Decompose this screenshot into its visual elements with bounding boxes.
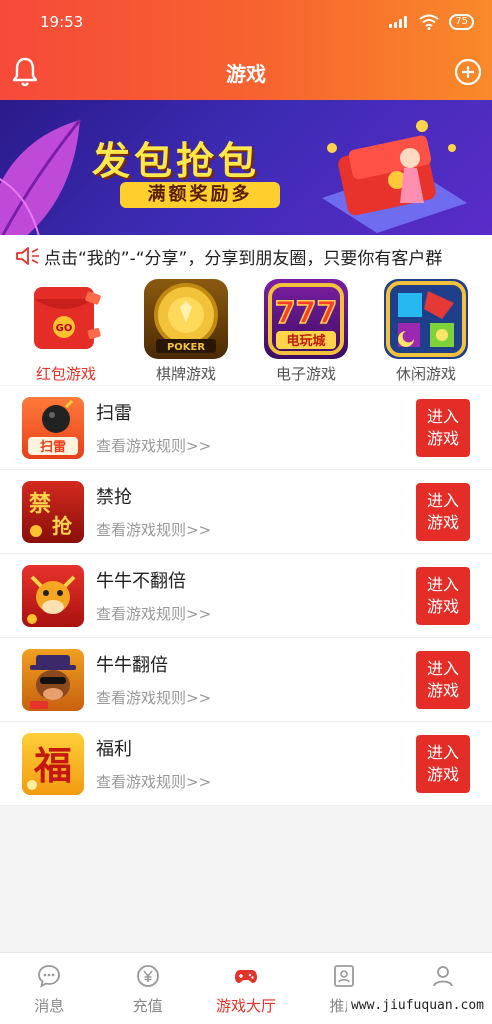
top-bar: 19:53 75 游戏: [0, 0, 492, 100]
poker-chip-icon: POKER: [144, 279, 228, 359]
tab-label: 充值: [132, 997, 163, 1015]
promo-banner[interactable]: 发包抢包 满额奖励多: [0, 100, 492, 235]
svg-text:POKER: POKER: [167, 342, 205, 353]
slot-777-icon: 777 电玩城: [264, 279, 348, 359]
category-label: 休闲游戏: [395, 365, 456, 383]
id-card-icon: [334, 965, 355, 987]
minesweeper-icon: 扫雷: [22, 396, 84, 459]
tab-recharge[interactable]: 充值: [98, 953, 196, 1024]
page-title: 游戏: [226, 61, 266, 86]
enter-game-button[interactable]: 进入游戏: [416, 734, 470, 793]
enter-game-button[interactable]: 进入游戏: [416, 398, 470, 457]
chat-bubble-icon: [38, 965, 61, 988]
game-rules-link[interactable]: 查看游戏规则>>: [96, 519, 416, 540]
yuan-coin-icon: [136, 965, 159, 987]
enter-game-button[interactable]: 进入游戏: [416, 566, 470, 625]
wifi-icon: [419, 14, 439, 30]
list-item[interactable]: 扫雷 扫雷 查看游戏规则>> 进入游戏: [0, 386, 492, 470]
red-envelope-icon: GO: [24, 279, 108, 359]
tab-game-hall[interactable]: 游戏大厅: [197, 953, 295, 1024]
enter-game-button[interactable]: 进入游戏: [416, 482, 470, 541]
category-label: 红包游戏: [35, 365, 96, 383]
notice-text: 点击“我的”-“分享”，分享到朋友圈，只要你有客户群: [44, 248, 443, 269]
signal-icon: [389, 16, 409, 28]
tab-messages[interactable]: 消息: [0, 953, 98, 1024]
category-red-envelope[interactable]: GO 红包游戏: [11, 277, 121, 385]
svg-text:福: 福: [33, 744, 72, 788]
list-item[interactable]: 福 福利 查看游戏规则>> 进入游戏: [0, 722, 492, 806]
svg-text:GO: GO: [56, 323, 73, 334]
game-title: 扫雷: [96, 403, 132, 424]
list-item[interactable]: 禁 抢 禁抢 查看游戏规则>> 进入游戏: [0, 470, 492, 554]
game-title: 禁抢: [96, 487, 132, 508]
speaker-icon: [16, 247, 39, 265]
no-grab-icon: 禁 抢: [22, 480, 84, 543]
category-label: 电子游戏: [275, 365, 336, 383]
game-title: 福利: [96, 739, 132, 760]
banner-subtitle: 满额奖励多: [120, 182, 280, 208]
enter-game-button[interactable]: 进入游戏: [416, 650, 470, 709]
list-item[interactable]: 牛牛翻倍 查看游戏规则>> 进入游戏: [0, 638, 492, 722]
category-casual[interactable]: 休闲游戏: [371, 277, 481, 385]
bull-icon: [22, 564, 84, 627]
bull-cowboy-icon: [22, 648, 84, 711]
gem-puzzle-icon: [384, 279, 468, 359]
user-icon: [432, 966, 453, 987]
fortune-icon: 福: [22, 732, 84, 795]
game-rules-link[interactable]: 查看游戏规则>>: [96, 687, 416, 708]
game-title: 牛牛不翻倍: [96, 571, 186, 592]
game-rules-link[interactable]: 查看游戏规则>>: [96, 771, 416, 792]
svg-text:扫雷: 扫雷: [40, 439, 66, 455]
svg-text:禁: 禁: [29, 491, 51, 517]
watermark-text: www.jiufuquan.com: [346, 996, 488, 1015]
game-rules-link[interactable]: 查看游戏规则>>: [96, 603, 416, 624]
game-title: 牛牛翻倍: [96, 655, 168, 676]
svg-text:电玩城: 电玩城: [286, 333, 325, 349]
tab-label: 消息: [34, 997, 65, 1015]
svg-text:抢: 抢: [52, 514, 73, 538]
notice-bar[interactable]: 点击“我的”-“分享”，分享到朋友圈，只要你有客户群: [0, 235, 492, 277]
list-item[interactable]: 牛牛不翻倍 查看游戏规则>> 进入游戏: [0, 554, 492, 638]
nav-bar: 游戏: [0, 52, 492, 92]
banner-title: 发包抢包: [92, 139, 261, 183]
category-chess-cards[interactable]: POKER 棋牌游戏: [131, 277, 241, 385]
svg-text:777: 777: [275, 296, 338, 331]
status-time: 19:53: [40, 13, 84, 31]
gamepad-icon: [235, 970, 258, 983]
category-electronic[interactable]: 777 电玩城 电子游戏: [251, 277, 361, 385]
status-bar: 19:53 75: [40, 10, 474, 34]
game-list: 扫雷 扫雷 查看游戏规则>> 进入游戏 禁 抢 禁抢 查看游戏规则>> 进入游戏: [0, 386, 492, 806]
add-icon[interactable]: [454, 58, 482, 86]
bell-icon[interactable]: [10, 56, 40, 88]
game-categories: GO 红包游戏 POKER 棋牌游戏 777 电玩城 电子游戏 休闲游戏: [0, 277, 492, 385]
category-label: 棋牌游戏: [155, 365, 216, 383]
battery-indicator: 75: [449, 14, 474, 30]
game-rules-link[interactable]: 查看游戏规则>>: [96, 435, 416, 456]
tab-label: 游戏大厅: [216, 997, 277, 1015]
red-envelope-illustration: [322, 120, 467, 233]
